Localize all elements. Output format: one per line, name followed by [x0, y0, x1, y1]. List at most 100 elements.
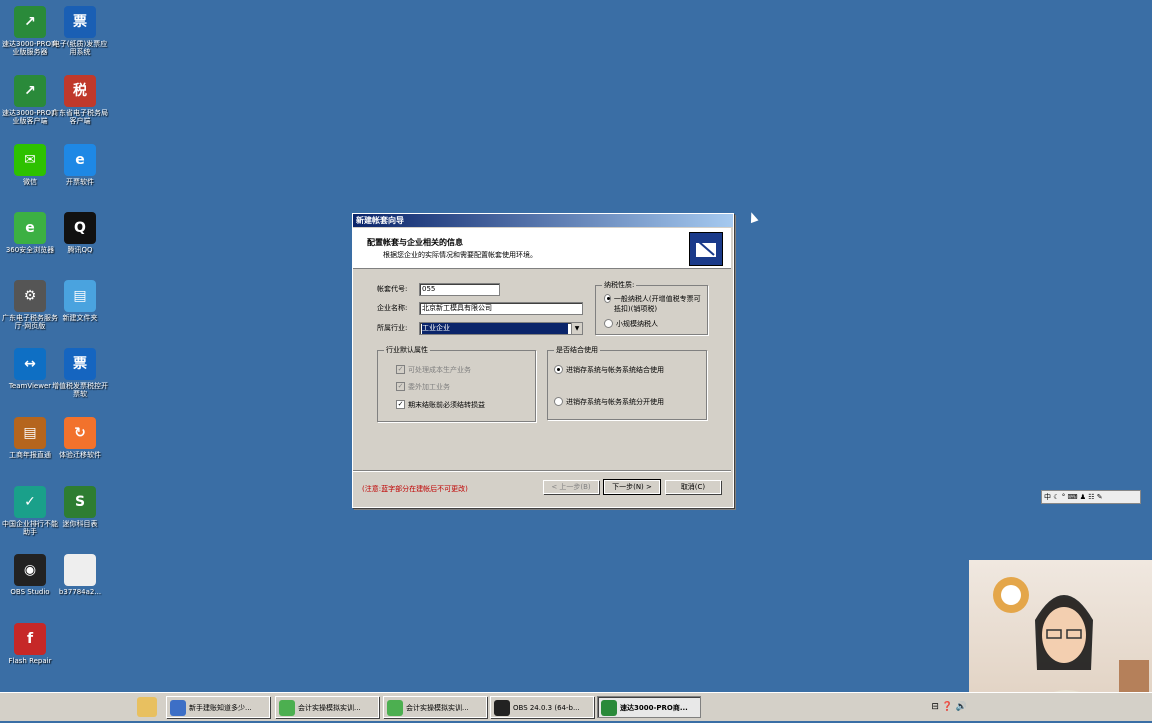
- ime-label: 中 ☾ ° ⌨ ♟ ☷ ✎: [1044, 493, 1103, 501]
- desktop-icon[interactable]: ↻ 体验迁移软件: [50, 417, 110, 459]
- taskbar-button-label: OBS 24.0.3 (64-b...: [513, 704, 580, 712]
- folder-icon[interactable]: [137, 697, 157, 717]
- tray-icons: ⊟ ❓ 🔊: [931, 702, 967, 712]
- app-icon: e: [64, 144, 96, 176]
- app-icon: ↗: [14, 75, 46, 107]
- combo-option1-label: 进销存系统与帐务系统结合使用: [566, 366, 664, 374]
- attr2-row: ✓ 委外加工业务: [396, 382, 450, 392]
- attr-group-title: 行业默认属性: [384, 345, 430, 355]
- app-icon: 税: [64, 75, 96, 107]
- desktop-icon-label: 迷你科目表: [62, 520, 98, 528]
- app-icon: ✉: [14, 144, 46, 176]
- taskbar-button-label: 会计实操模拟实训...: [298, 704, 361, 712]
- taskbar-app-icon: [279, 700, 295, 716]
- desktop-icon-label: 增值税发票税控开票软: [52, 382, 108, 398]
- desktop-icon[interactable]: 票电子(纸质)发票应用系统: [50, 6, 110, 56]
- app-icon: ↔: [14, 348, 46, 380]
- app-icon: f: [14, 623, 46, 655]
- desktop-icon-label: 体验迁移软件: [59, 451, 101, 459]
- taskbar-button[interactable]: OBS 24.0.3 (64-b...: [490, 696, 594, 718]
- system-tray[interactable]: ⊟ ❓ 🔊: [931, 696, 967, 718]
- radio-general-taxpayer[interactable]: [604, 294, 611, 303]
- account-code-label: 帐套代号:: [377, 285, 408, 293]
- desktop-icon[interactable]: 税广东省电子税务局客户端: [50, 75, 110, 125]
- taskbar-button[interactable]: 会计实操模拟实训...: [383, 696, 487, 718]
- attr1-row: ✓ 可处理成本生产业务: [396, 365, 471, 375]
- desktop-icon[interactable]: S 迷你科目表: [50, 486, 110, 528]
- note-text: (注意:蓝字部分在建帐后不可更改): [362, 485, 468, 493]
- taskbar-button[interactable]: 新手建账知道多少...: [166, 696, 270, 718]
- radio-small-taxpayer[interactable]: [604, 319, 613, 328]
- attr3-label: 期末结账前必须结转损益: [408, 401, 485, 409]
- desktop-icon[interactable]: e 开票软件: [50, 144, 110, 186]
- cancel-button[interactable]: 取消(C): [665, 480, 721, 494]
- attr2-label: 委外加工业务: [408, 383, 450, 391]
- desktop-icon-label: b37784a2...: [58, 588, 102, 596]
- chevron-down-icon[interactable]: ▼: [571, 323, 582, 334]
- app-icon: ↻: [64, 417, 96, 449]
- taskbar-app-icon: [601, 700, 617, 716]
- desktop-icon-label: 开票软件: [66, 178, 94, 186]
- tax-option-general[interactable]: 一般纳税人(开增值税专票可抵扣)(销项税): [604, 294, 704, 314]
- desktop-icon-label: 电子(纸质)发票应用系统: [52, 40, 108, 56]
- tax-nature-group: 纳税性质: 一般纳税人(开增值税专票可抵扣)(销项税) 小规模纳税人: [595, 280, 708, 335]
- app-icon: e: [14, 212, 46, 244]
- combo-option2-row[interactable]: 进销存系统与帐务系统分开使用: [554, 397, 664, 407]
- app-icon: ▤: [64, 280, 96, 312]
- app-icon: 票: [64, 6, 96, 38]
- next-button[interactable]: 下一步(N) >: [603, 479, 661, 495]
- app-icon: ✓: [14, 486, 46, 518]
- taskbar-app-icon: [494, 700, 510, 716]
- taskbar-button-label: 会计实操模拟实训...: [406, 704, 469, 712]
- account-code-field[interactable]: 055: [419, 283, 500, 296]
- desktop-icon[interactable]: f Flash Repair: [0, 623, 60, 665]
- desktop-icon[interactable]: Q 腾讯QQ: [50, 212, 110, 254]
- header-title: 配置帐套与企业相关的信息: [367, 238, 463, 247]
- tax-option2-label: 小规模纳税人: [616, 320, 658, 328]
- company-name-field[interactable]: 北京新工模具有限公司: [419, 302, 583, 315]
- taskbar-app-icon: [387, 700, 403, 716]
- dialog-title[interactable]: 新建帐套向导: [353, 214, 733, 227]
- taskbar-button[interactable]: 会计实操模拟实训...: [275, 696, 379, 718]
- combo-option2-label: 进销存系统与帐务系统分开使用: [566, 398, 664, 406]
- attr3-row[interactable]: ✓ 期末结账前必须结转损益: [396, 400, 485, 410]
- wizard-logo-icon: [689, 232, 723, 266]
- tax-option1-label: 一般纳税人(开增值税专票可抵扣)(销项税): [613, 295, 701, 313]
- app-icon: S: [64, 486, 96, 518]
- ime-toolbar[interactable]: 中 ☾ ° ⌨ ♟ ☷ ✎: [1041, 490, 1141, 504]
- dialog-header: 配置帐套与企业相关的信息 根据您企业的实际情况和需要配置帐套使用环境。: [353, 228, 731, 269]
- desktop-icon-label: 新建文件夹: [62, 314, 98, 322]
- header-subtitle: 根据您企业的实际情况和需要配置帐套使用环境。: [383, 251, 537, 259]
- radio-separate[interactable]: [554, 397, 563, 406]
- taskbar: 新手建账知道多少... 会计实操模拟实训... 会计实操模拟实训... OBS 24.…: [0, 692, 1152, 721]
- app-icon: ⚙: [14, 280, 46, 312]
- app-icon: Q: [64, 212, 96, 244]
- mouse-cursor-icon: [747, 210, 759, 224]
- dialog-separator: [353, 470, 731, 472]
- desktop-icon[interactable]: b37784a2...: [50, 554, 110, 596]
- app-icon: [64, 554, 96, 586]
- combo-option1-row[interactable]: 进销存系统与帐务系统结合使用: [554, 365, 664, 375]
- desktop-icon-label: 广东省电子税务局客户端: [52, 109, 108, 125]
- attr1-label: 可处理成本生产业务: [408, 366, 471, 374]
- radio-combined[interactable]: [554, 365, 563, 374]
- new-account-wizard-dialog: 新建帐套向导 配置帐套与企业相关的信息 根据您企业的实际情况和需要配置帐套使用环…: [352, 213, 734, 508]
- taskbar-app-icon: [170, 700, 186, 716]
- industry-selected-value: 工业企业: [422, 323, 568, 334]
- tax-option-small[interactable]: 小规模纳税人: [604, 319, 658, 329]
- combination-group: 是否结合使用 进销存系统与帐务系统结合使用 进销存系统与帐务系统分开使用: [547, 345, 707, 420]
- industry-select[interactable]: 工业企业 ▼: [419, 322, 583, 335]
- attr2-checkbox: ✓: [396, 382, 405, 391]
- prev-button[interactable]: < 上一步(B): [543, 480, 599, 494]
- combo-group-title: 是否结合使用: [554, 345, 600, 355]
- desktop-icon[interactable]: ▤ 新建文件夹: [50, 280, 110, 322]
- desktop-icon[interactable]: 票增值税发票税控开票软: [50, 348, 110, 398]
- industry-attributes-group: 行业默认属性 ✓ 可处理成本生产业务 ✓ 委外加工业务 ✓ 期末结账前必须结转损…: [377, 345, 536, 422]
- taskbar-button-label: 速达3000-PRO商...: [620, 704, 688, 712]
- app-icon: ◉: [14, 554, 46, 586]
- taskbar-button[interactable]: 速达3000-PRO商...: [597, 696, 701, 718]
- attr3-checkbox[interactable]: ✓: [396, 400, 405, 409]
- app-icon: 票: [64, 348, 96, 380]
- app-icon: ▤: [14, 417, 46, 449]
- company-name-label: 企业名称:: [377, 304, 408, 312]
